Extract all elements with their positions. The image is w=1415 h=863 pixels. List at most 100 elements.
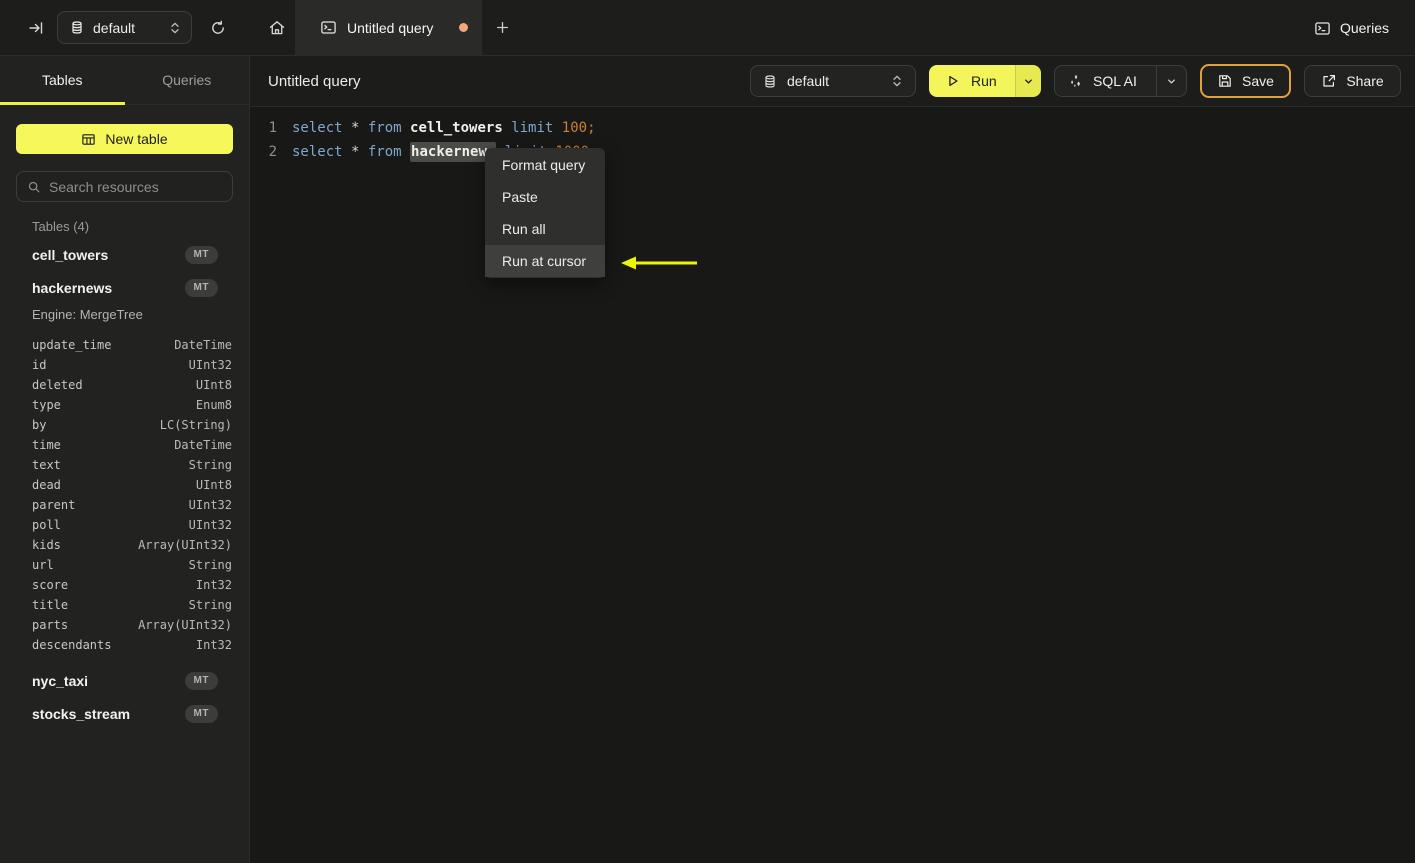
tables-section-label: Tables (4) bbox=[32, 219, 90, 234]
column-type: UInt32 bbox=[188, 518, 232, 532]
sidebar-tabs: Tables Queries bbox=[0, 56, 249, 105]
collapse-sidebar-icon bbox=[28, 20, 44, 36]
share-button-label: Share bbox=[1346, 73, 1384, 89]
column-row: parts Array(UInt32) bbox=[0, 615, 249, 635]
column-type: Array(UInt32) bbox=[138, 538, 232, 552]
column-row: score Int32 bbox=[0, 575, 249, 595]
tab-strip: Untitled query bbox=[250, 0, 1415, 55]
column-name: id bbox=[32, 358, 47, 372]
column-row: dead UInt8 bbox=[0, 475, 249, 495]
column-row: poll UInt32 bbox=[0, 515, 249, 535]
topbar-right-section: Queries bbox=[1314, 0, 1389, 56]
line-number: 2 bbox=[268, 144, 277, 160]
run-button[interactable]: Run bbox=[929, 65, 1041, 97]
menu-item-run-all[interactable]: Run all bbox=[485, 213, 605, 245]
column-name: dead bbox=[32, 478, 61, 492]
queries-button[interactable]: Queries bbox=[1314, 20, 1389, 37]
menu-item-paste[interactable]: Paste bbox=[485, 181, 605, 213]
sidebar-body: New table Tables (4) cell_towersMThacker… bbox=[0, 105, 249, 863]
table-row[interactable]: nyc_taxi MT bbox=[0, 664, 249, 697]
code-token: select bbox=[292, 144, 343, 160]
main-area: Untitled query default Run SQL AI Save S… bbox=[250, 56, 1415, 863]
queries-button-label: Queries bbox=[1339, 20, 1389, 36]
search-icon bbox=[27, 180, 41, 194]
column-type: UInt32 bbox=[188, 498, 232, 512]
column-row: parent UInt32 bbox=[0, 495, 249, 515]
table-row[interactable]: hackernews MT bbox=[0, 271, 249, 304]
topbar-database-selector[interactable]: default bbox=[57, 11, 192, 44]
run-options-caret[interactable] bbox=[1015, 65, 1041, 97]
column-type: UInt8 bbox=[195, 378, 232, 392]
column-type: LC(String) bbox=[159, 418, 232, 432]
home-button[interactable] bbox=[263, 14, 291, 42]
column-type: Array(UInt32) bbox=[138, 618, 232, 632]
top-bar: default Untitled query Queries bbox=[0, 0, 1415, 56]
editor-context-menu: Format query Paste Run all Run at cursor bbox=[485, 148, 605, 278]
line-number: 1 bbox=[268, 120, 277, 136]
table-name: stocks_stream bbox=[32, 705, 131, 722]
code-token: * bbox=[342, 120, 368, 136]
share-button[interactable]: Share bbox=[1304, 65, 1401, 97]
column-type: String bbox=[188, 458, 232, 472]
editor-line: 2select * from hackernews limit 1000 bbox=[250, 140, 1415, 164]
column-row: text String bbox=[0, 455, 249, 475]
code-token: hackernews bbox=[410, 142, 497, 162]
floppy-disk-icon bbox=[1217, 73, 1233, 89]
table-columns-list: update_time DateTime id UInt32 deleted UInt8 t… bbox=[0, 331, 249, 664]
table-engine-badge: MT bbox=[184, 278, 218, 297]
play-icon bbox=[946, 74, 960, 88]
run-button-main[interactable]: Run bbox=[929, 65, 1015, 97]
database-icon bbox=[763, 74, 777, 89]
column-row: kids Array(UInt32) bbox=[0, 535, 249, 555]
column-name: parts bbox=[32, 618, 69, 632]
sidebar-tab-tables[interactable]: Tables bbox=[0, 56, 125, 105]
column-row: title String bbox=[0, 595, 249, 615]
column-name: poll bbox=[32, 518, 61, 532]
column-name: parent bbox=[32, 498, 76, 512]
column-type: DateTime bbox=[174, 338, 232, 352]
new-table-button[interactable]: New table bbox=[16, 124, 233, 154]
column-type: DateTime bbox=[174, 438, 232, 452]
new-tab-button[interactable] bbox=[488, 14, 516, 42]
column-name: time bbox=[32, 438, 61, 452]
topbar-left-section: default bbox=[0, 0, 250, 55]
menu-item-run-at-cursor[interactable]: Run at cursor bbox=[485, 245, 605, 277]
sql-ai-button[interactable]: SQL AI bbox=[1054, 65, 1187, 97]
code-text: select * from cell_towers limit 100; bbox=[292, 120, 596, 136]
sql-editor[interactable]: 1 select * from cell_towers limit 100; 2 se… bbox=[250, 107, 1415, 164]
search-resources-input[interactable] bbox=[49, 178, 222, 195]
column-row: time DateTime bbox=[0, 435, 249, 455]
collapse-sidebar-button[interactable] bbox=[22, 14, 50, 42]
save-button-label: Save bbox=[1242, 73, 1274, 89]
menu-item-format-query[interactable]: Format query bbox=[485, 149, 605, 181]
column-type: UInt8 bbox=[195, 478, 232, 492]
table-row[interactable]: cell_towers MT bbox=[0, 238, 249, 271]
topbar-database-value: default bbox=[93, 19, 136, 36]
table-engine-badge: MT bbox=[184, 704, 218, 723]
code-token: from bbox=[367, 120, 402, 136]
column-row: id UInt32 bbox=[0, 355, 249, 375]
tab-untitled-query[interactable]: Untitled query bbox=[295, 0, 482, 55]
new-table-button-label: New table bbox=[105, 131, 168, 147]
column-name: descendants bbox=[32, 638, 112, 652]
column-name: update_time bbox=[32, 338, 112, 352]
toolbar-database-selector[interactable]: default bbox=[750, 65, 916, 97]
table-engine-badge: MT bbox=[184, 671, 218, 690]
sparkles-icon bbox=[1068, 73, 1084, 89]
sidebar-tab-queries[interactable]: Queries bbox=[125, 56, 250, 104]
table-row[interactable]: stocks_stream MT bbox=[0, 697, 249, 730]
code-token: select bbox=[292, 120, 343, 136]
table-engine-badge: MT bbox=[184, 245, 218, 264]
toolbar-controls: default Run SQL AI Save Share bbox=[750, 64, 1401, 98]
sql-ai-caret[interactable] bbox=[1156, 66, 1186, 96]
editor-line: 1 select * from cell_towers limit 100; bbox=[250, 116, 1415, 140]
sql-ai-main[interactable]: SQL AI bbox=[1055, 73, 1156, 89]
code-token: * bbox=[342, 144, 368, 160]
unsaved-changes-dot bbox=[459, 23, 468, 32]
refresh-button[interactable] bbox=[204, 14, 232, 42]
code-token: cell_towers bbox=[410, 120, 503, 136]
column-row: descendants Int32 bbox=[0, 635, 249, 655]
save-button[interactable]: Save bbox=[1200, 64, 1291, 98]
